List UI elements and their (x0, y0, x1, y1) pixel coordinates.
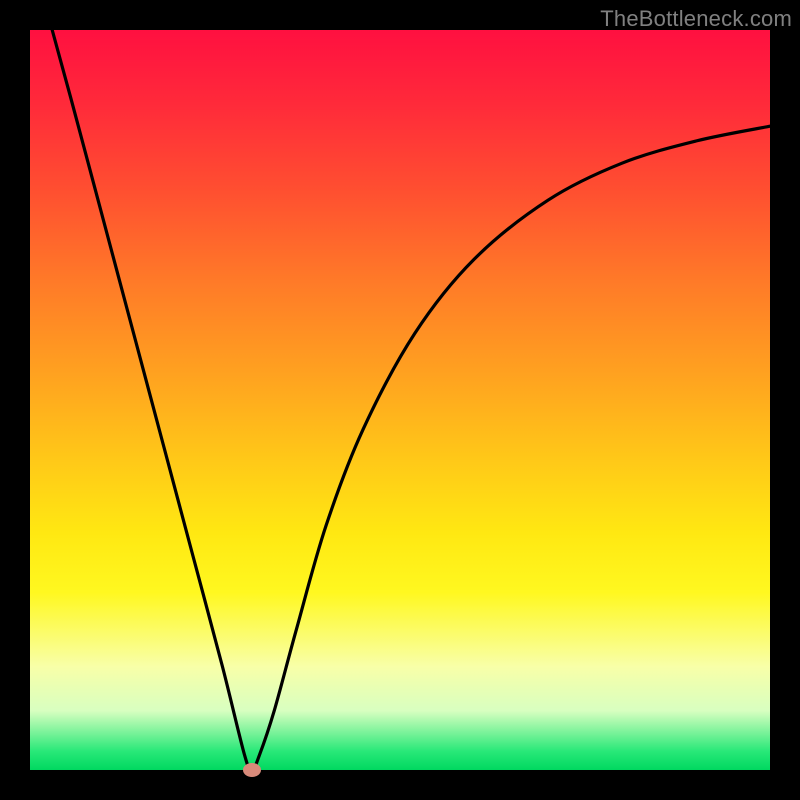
watermark: TheBottleneck.com (600, 6, 792, 32)
chart-canvas: TheBottleneck.com (0, 0, 800, 800)
bottleneck-curve (30, 30, 770, 770)
optimal-point-marker (243, 763, 261, 777)
plot-area (30, 30, 770, 770)
